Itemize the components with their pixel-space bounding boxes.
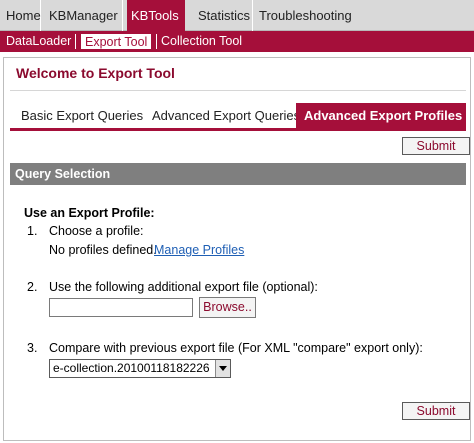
- nav-tab-home[interactable]: Home: [0, 0, 41, 31]
- submit-button-top[interactable]: Submit: [402, 137, 470, 155]
- top-navigation: Home KBManager KBTools Statistics Troubl…: [0, 0, 474, 31]
- chevron-down-icon[interactable]: [215, 360, 230, 377]
- step1-label: Choose a profile:: [49, 224, 144, 238]
- export-tabs: Basic Export Queries Advanced Export Que…: [10, 103, 466, 131]
- profile-status-text: No profiles defined.: [49, 243, 157, 257]
- tab-basic-export-queries[interactable]: Basic Export Queries: [21, 103, 143, 128]
- browse-button[interactable]: Browse..: [199, 297, 256, 318]
- section-header-query-selection: Query Selection: [10, 163, 466, 185]
- previous-export-select[interactable]: e-collection.20100118182226: [49, 359, 231, 378]
- subnav-divider: [75, 34, 76, 49]
- manage-profiles-link[interactable]: Manage Profiles: [154, 243, 244, 257]
- step1-number: 1.: [27, 224, 38, 238]
- step3-number: 3.: [27, 341, 38, 355]
- nav-tab-troubleshooting[interactable]: Troubleshooting: [253, 0, 363, 31]
- nav-tab-kbtools[interactable]: KBTools: [127, 0, 185, 31]
- page-title: Welcome to Export Tool: [16, 65, 175, 81]
- subnav-divider: [156, 34, 157, 49]
- step2-label: Use the following additional export file…: [49, 280, 318, 294]
- previous-export-selected-value: e-collection.20100118182226: [53, 361, 210, 375]
- subnav-export-tool[interactable]: Export Tool: [80, 33, 153, 50]
- sub-navigation: DataLoader Export Tool Collection Tool: [0, 31, 474, 52]
- tab-advanced-export-profiles[interactable]: Advanced Export Profiles: [296, 103, 466, 128]
- step2-number: 2.: [27, 280, 38, 294]
- tab-advanced-export-queries[interactable]: Advanced Export Queries: [152, 103, 300, 128]
- export-file-input[interactable]: [49, 298, 193, 317]
- subnav-collection-tool[interactable]: Collection Tool: [161, 31, 242, 52]
- nav-tab-kbmanager[interactable]: KBManager: [41, 0, 123, 31]
- nav-tab-statistics[interactable]: Statistics: [190, 0, 253, 31]
- form-heading: Use an Export Profile:: [24, 206, 155, 220]
- title-divider: [10, 90, 466, 91]
- submit-button-bottom[interactable]: Submit: [402, 402, 470, 420]
- subnav-dataloader[interactable]: DataLoader: [6, 31, 71, 52]
- step3-label: Compare with previous export file (For X…: [49, 341, 423, 355]
